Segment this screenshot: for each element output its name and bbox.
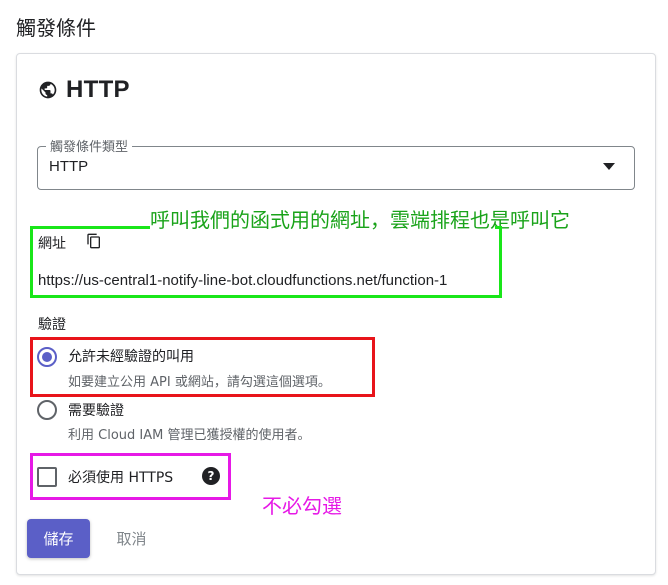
authentication-label: 驗證	[38, 317, 66, 333]
card-header: HTTP	[38, 76, 130, 104]
dropdown-arrow-icon[interactable]	[603, 163, 615, 170]
url-label: 網址	[38, 236, 66, 252]
globe-icon	[38, 80, 58, 100]
card-header-title: HTTP	[66, 76, 130, 103]
url-value: https://us-central1-notify-line-bot.clou…	[38, 272, 448, 289]
require-authentication-description: 利用 Cloud IAM 管理已獲授權的使用者。	[68, 428, 311, 443]
allow-unauthenticated-label: 允許未經驗證的叫用	[68, 349, 194, 365]
annotation-green-box-corner	[495, 226, 502, 229]
save-button[interactable]: 儲存	[27, 519, 90, 558]
page-title: 觸發條件	[16, 16, 96, 40]
trigger-type-value: HTTP	[49, 158, 89, 175]
require-https-label: 必須使用 HTTPS	[68, 470, 174, 486]
require-https-checkbox[interactable]	[37, 467, 57, 487]
copy-icon[interactable]	[86, 232, 102, 250]
trigger-type-label: 觸發條件類型	[46, 136, 133, 155]
require-authentication-label: 需要驗證	[68, 403, 124, 419]
allow-unauthenticated-description: 如要建立公用 API 或網站，請勾選這個選項。	[68, 375, 331, 390]
annotation-green-box-edge	[499, 226, 502, 298]
allow-unauthenticated-radio[interactable]	[37, 347, 57, 367]
help-icon[interactable]: ?	[202, 467, 220, 485]
require-authentication-radio[interactable]	[37, 400, 57, 420]
cancel-button[interactable]: 取消	[100, 519, 163, 558]
annotation-magenta-text: 不必勾選	[262, 494, 342, 518]
